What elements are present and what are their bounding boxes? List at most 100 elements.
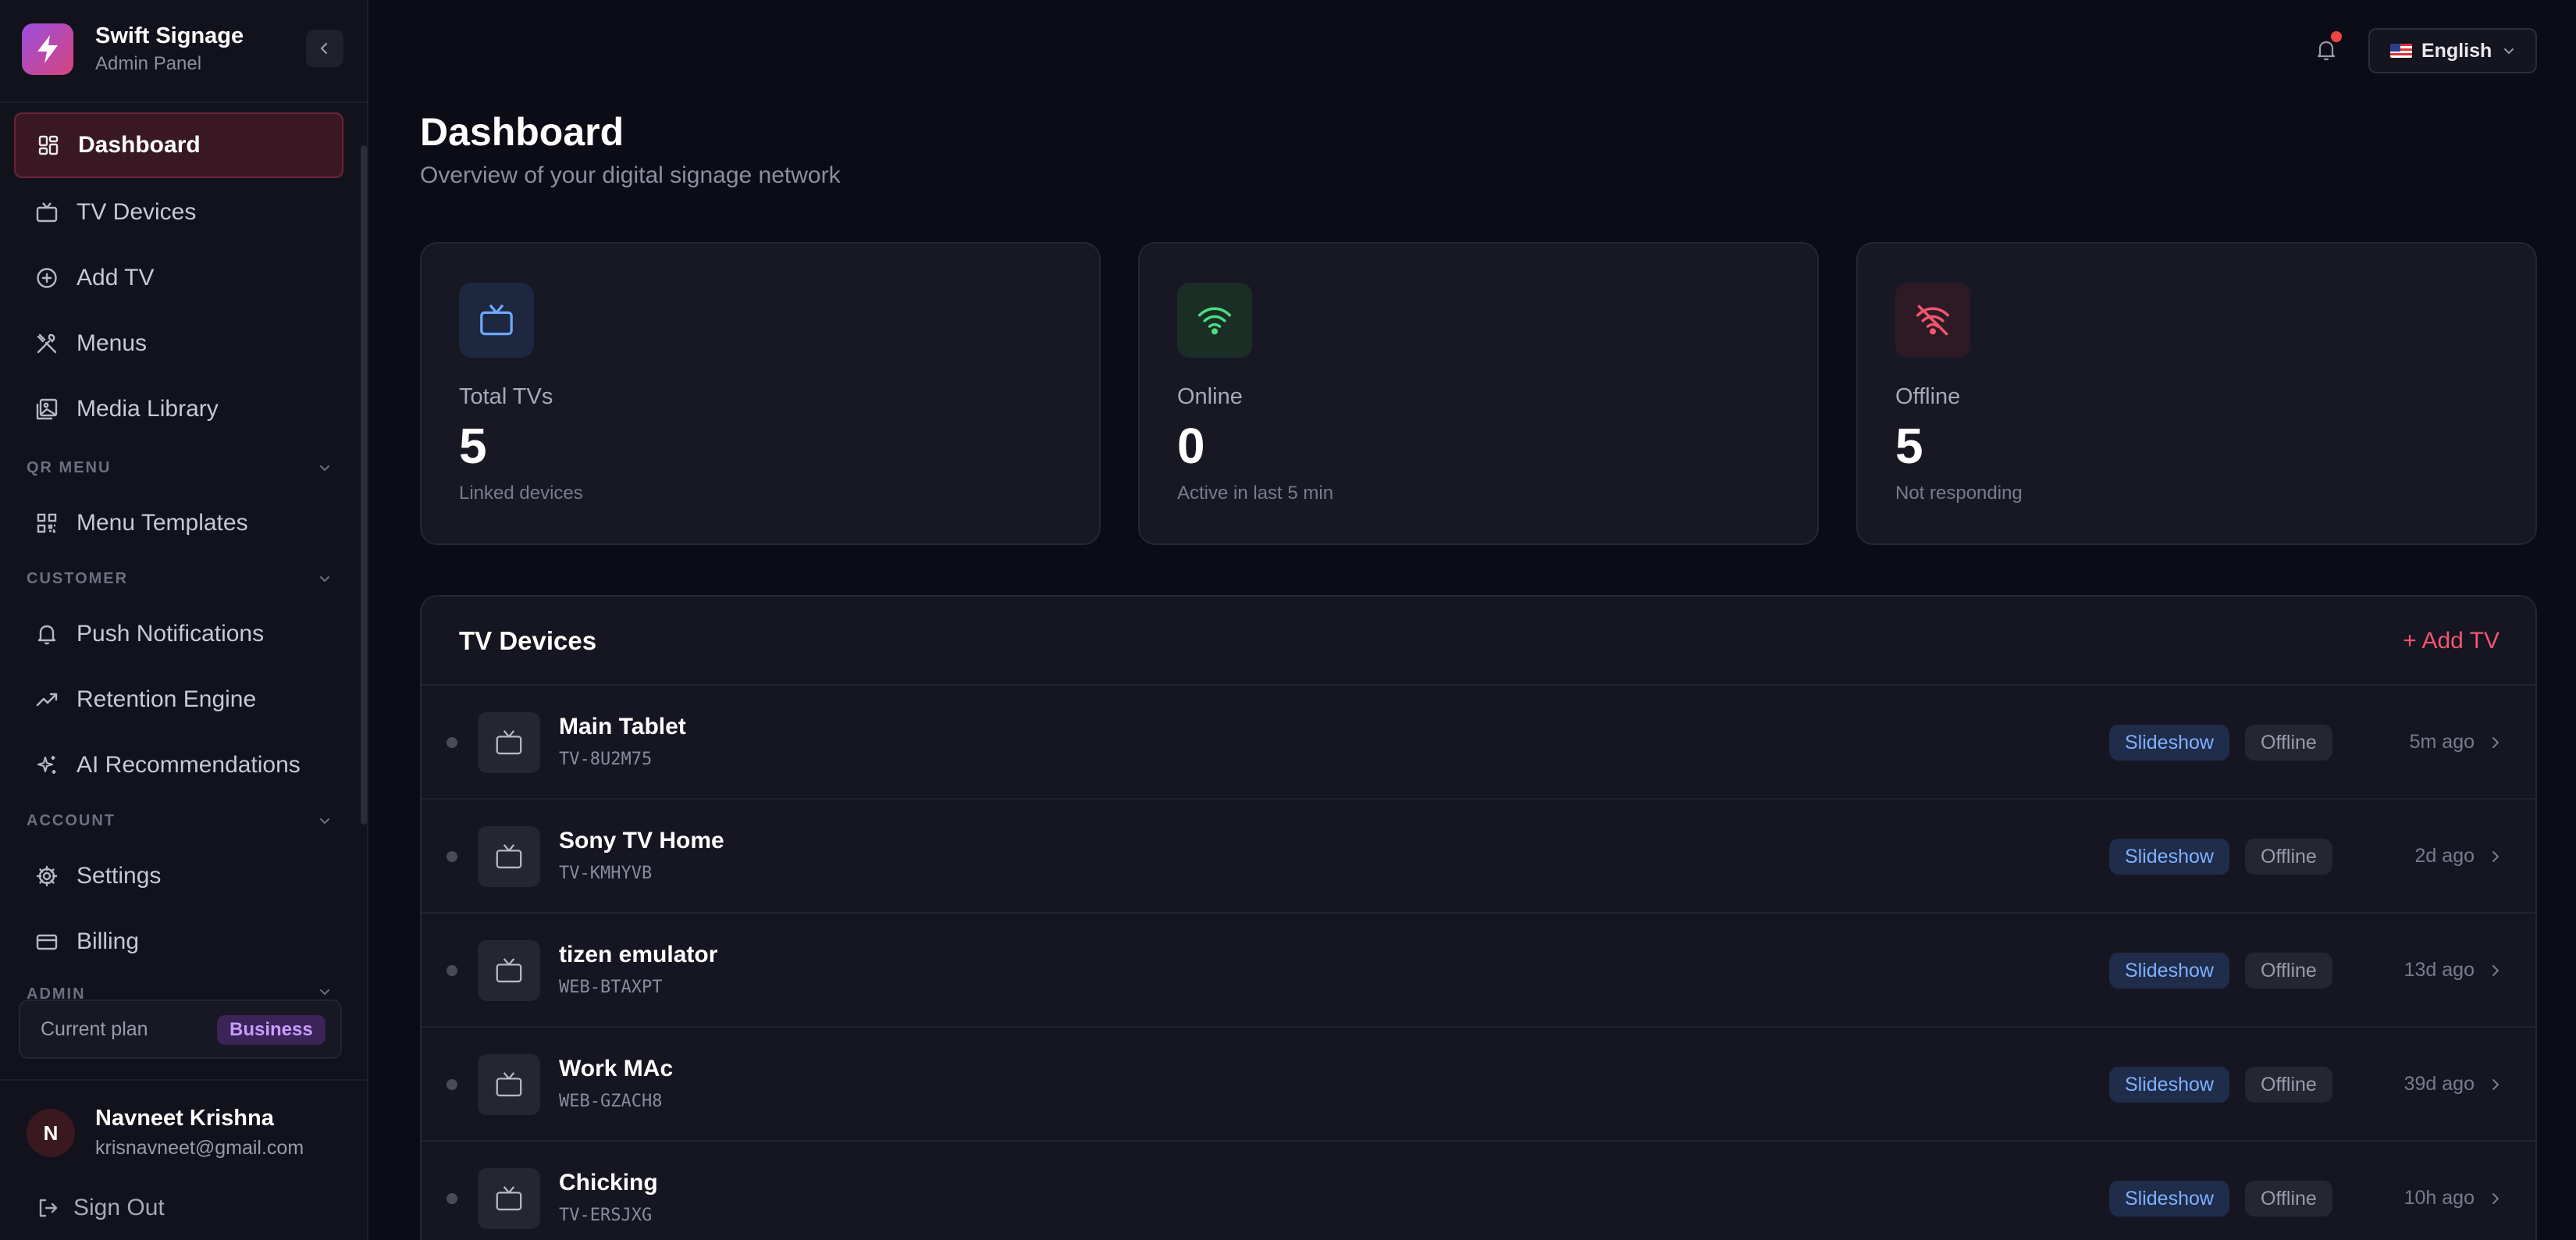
trending-up-icon bbox=[33, 686, 61, 714]
sidebar-item-label: Menus bbox=[76, 330, 148, 356]
section-admin[interactable]: ADMIN bbox=[27, 985, 331, 999]
stat-value: 0 bbox=[1177, 418, 1205, 474]
sidebar-item-label: AI Recommendations bbox=[76, 752, 301, 778]
mode-badge: Slideshow bbox=[2109, 1067, 2229, 1103]
last-seen: 2d ago bbox=[2414, 845, 2475, 867]
sidebar-item-dashboard[interactable]: Dashboard bbox=[14, 112, 343, 178]
status-badge: Offline bbox=[2245, 1067, 2332, 1103]
table-row[interactable]: Main Tablet TV-8U2M75 Slideshow Offline … bbox=[422, 686, 2535, 800]
wifi-icon bbox=[1177, 283, 1252, 358]
tv-icon bbox=[459, 283, 534, 358]
page-subtitle: Overview of your digital signage network bbox=[420, 162, 841, 188]
lightning-logo-icon bbox=[22, 23, 73, 75]
last-seen: 39d ago bbox=[2403, 1073, 2475, 1095]
plan-label: Current plan bbox=[41, 1018, 148, 1040]
sidebar-item-media-library[interactable]: Media Library bbox=[14, 376, 343, 442]
chevron-right-icon bbox=[2484, 1073, 2507, 1096]
sidebar-item-ai-recommendations[interactable]: AI Recommendations bbox=[14, 732, 343, 798]
section-qr-menu[interactable]: QR MENU bbox=[27, 456, 331, 479]
chevron-right-icon bbox=[2484, 1187, 2507, 1210]
sidebar-item-billing[interactable]: Billing bbox=[14, 909, 343, 975]
language-select[interactable]: English bbox=[2368, 28, 2537, 73]
stat-label: Online bbox=[1177, 384, 1243, 409]
chevron-down-icon bbox=[320, 818, 329, 825]
stat-sub: Linked devices bbox=[459, 483, 583, 504]
avatar[interactable]: N bbox=[27, 1109, 75, 1157]
section-account[interactable]: ACCOUNT bbox=[27, 809, 331, 832]
tv-icon bbox=[478, 1168, 540, 1229]
sidebar-item-label: Settings bbox=[76, 863, 162, 889]
dashboard-icon bbox=[34, 131, 62, 159]
section-label: ADMIN bbox=[27, 985, 86, 999]
sidebar-item-add-tv[interactable]: Add TV bbox=[14, 245, 343, 311]
last-seen: 13d ago bbox=[2403, 959, 2475, 981]
current-plan[interactable]: Current plan Business bbox=[19, 999, 342, 1059]
us-flag-icon bbox=[2390, 44, 2412, 58]
sidebar-item-label: Menu Templates bbox=[76, 510, 248, 536]
collapse-sidebar-button[interactable] bbox=[306, 30, 343, 67]
sidebar-item-tv-devices[interactable]: TV Devices bbox=[14, 180, 343, 245]
wifi-off-icon bbox=[1895, 283, 1970, 358]
sidebar-item-menus[interactable]: Menus bbox=[14, 311, 343, 376]
chevron-right-icon bbox=[2484, 959, 2507, 982]
chevron-down-icon bbox=[320, 465, 329, 472]
tv-icon bbox=[478, 712, 540, 773]
chevron-right-icon bbox=[2484, 845, 2507, 868]
qr-code-icon bbox=[33, 509, 61, 537]
table-row[interactable]: Chicking TV-ERSJXG Slideshow Offline 10h… bbox=[422, 1142, 2535, 1240]
device-code: TV-8U2M75 bbox=[559, 750, 653, 769]
device-name: Chicking bbox=[559, 1170, 658, 1195]
sign-out-button[interactable]: Sign Out bbox=[36, 1190, 165, 1226]
last-seen: 10h ago bbox=[2403, 1187, 2475, 1209]
log-out-icon bbox=[39, 1199, 58, 1217]
sign-out-label: Sign Out bbox=[73, 1195, 165, 1220]
device-code: WEB-BTAXPT bbox=[559, 978, 663, 997]
device-name: Sony TV Home bbox=[559, 828, 724, 853]
tv-icon bbox=[33, 198, 61, 226]
status-dot bbox=[447, 1079, 457, 1090]
brand: Swift Signage Admin Panel bbox=[22, 22, 347, 77]
device-name: Main Tablet bbox=[559, 714, 686, 739]
sidebar-item-label: Push Notifications bbox=[76, 621, 265, 647]
last-seen: 5m ago bbox=[2409, 731, 2475, 753]
brand-title: Swift Signage bbox=[95, 23, 244, 48]
sidebar-scrollbar[interactable] bbox=[361, 145, 367, 825]
device-code: TV-ERSJXG bbox=[559, 1206, 653, 1225]
sidebar-item-label: Media Library bbox=[76, 396, 219, 422]
status-badge: Offline bbox=[2245, 953, 2332, 989]
stat-value: 5 bbox=[459, 418, 487, 474]
table-row[interactable]: Work MAc WEB-GZACH8 Slideshow Offline 39… bbox=[422, 1028, 2535, 1142]
device-code: WEB-GZACH8 bbox=[559, 1092, 663, 1111]
stat-sub: Not responding bbox=[1895, 483, 2023, 504]
status-dot bbox=[447, 851, 457, 862]
user-name: Navneet Krishna bbox=[95, 1106, 274, 1131]
sidebar-item-push-notifications[interactable]: Push Notifications bbox=[14, 601, 343, 667]
notification-dot bbox=[2331, 31, 2342, 42]
user-email: krisnavneet@gmail.com bbox=[95, 1137, 304, 1159]
tv-devices-panel: TV Devices + Add TV Main Tablet TV-8U2M7… bbox=[420, 595, 2537, 1240]
mode-badge: Slideshow bbox=[2109, 1181, 2229, 1217]
status-badge: Offline bbox=[2245, 725, 2332, 761]
sidebar-item-menu-templates[interactable]: Menu Templates bbox=[14, 490, 343, 556]
tv-icon bbox=[478, 940, 540, 1001]
stat-label: Total TVs bbox=[459, 384, 553, 409]
chevron-right-icon bbox=[2484, 731, 2507, 754]
table-row[interactable]: Sony TV Home TV-KMHYVB Slideshow Offline… bbox=[422, 800, 2535, 914]
sidebar-item-retention-engine[interactable]: Retention Engine bbox=[14, 667, 343, 732]
table-row[interactable]: tizen emulator WEB-BTAXPT Slideshow Offl… bbox=[422, 914, 2535, 1028]
section-label: CUSTOMER bbox=[27, 569, 129, 587]
sidebar-item-settings[interactable]: Settings bbox=[14, 843, 343, 909]
sidebar-divider bbox=[0, 1079, 367, 1081]
device-name: Work MAc bbox=[559, 1056, 674, 1081]
credit-card-icon bbox=[33, 928, 61, 956]
brand-subtitle: Admin Panel bbox=[95, 53, 202, 74]
sidebar-item-label: TV Devices bbox=[76, 199, 197, 225]
sidebar-item-label: Dashboard bbox=[78, 132, 201, 158]
gear-icon bbox=[33, 862, 61, 890]
status-badge: Offline bbox=[2245, 1181, 2332, 1217]
language-label: English bbox=[2421, 39, 2492, 62]
sidebar-item-label: Retention Engine bbox=[76, 686, 257, 712]
chevron-down-icon bbox=[320, 989, 329, 996]
section-customer[interactable]: CUSTOMER bbox=[27, 567, 331, 590]
add-tv-link[interactable]: + Add TV bbox=[2403, 628, 2500, 654]
